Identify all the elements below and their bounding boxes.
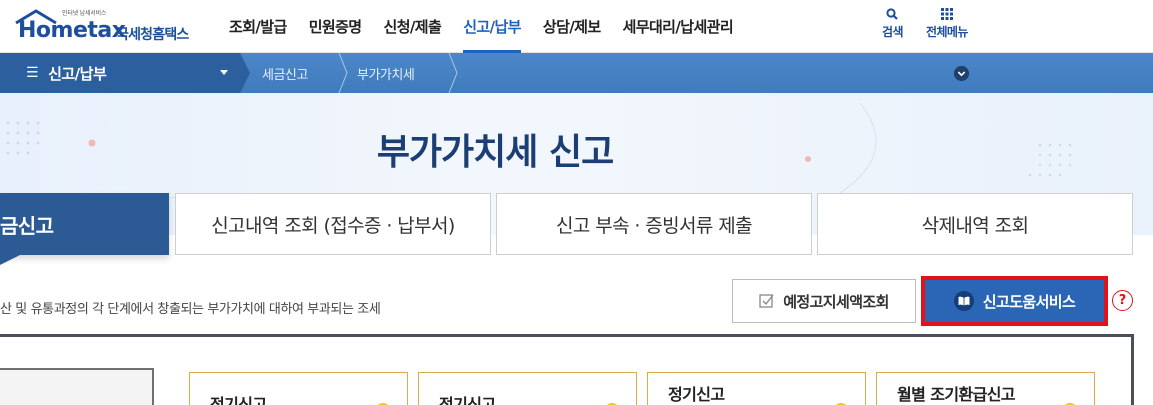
breadcrumb-chevron-icon xyxy=(338,53,348,93)
gnb-item-inquiry[interactable]: 조회/발급 xyxy=(218,0,298,53)
grid-menu-icon xyxy=(940,8,953,20)
tab-filing-history[interactable]: 신고내역 조회 (접수증 · 납부서) xyxy=(175,193,491,255)
tab-deleted-history[interactable]: 삭제내역 조회 xyxy=(817,193,1133,255)
subnav-current-label: 신고/납부 xyxy=(48,64,107,83)
hamburger-icon: ☰ xyxy=(26,65,39,81)
logo-brand-kr: 국세청홈택스 xyxy=(116,27,189,43)
book-icon xyxy=(953,291,974,311)
card-title: 정기신고 xyxy=(668,385,725,404)
active-tab-pointer xyxy=(0,255,20,265)
breadcrumb-item-tax-filing[interactable]: 세금신고 xyxy=(262,53,308,93)
search-button[interactable]: 검색 xyxy=(882,8,903,40)
breadcrumb-chevron-icon xyxy=(448,53,458,93)
hometax-logo[interactable]: 인터넷 납세서비스 Hometax 국세청홈택스 xyxy=(14,6,204,48)
subnav-current-menu[interactable]: ☰ 신고/납부 xyxy=(0,53,240,93)
page-title: 부가가치세 신고 xyxy=(376,132,614,173)
card-monthly-early-refund[interactable]: 월별 조기환급신고 xyxy=(876,372,1095,405)
all-menu-label: 전체메뉴 xyxy=(926,25,968,39)
question-mark-icon[interactable]: ? xyxy=(1112,290,1133,311)
help-button-label: 신고도움서비스 xyxy=(982,292,1076,311)
subnav-divider xyxy=(240,53,250,93)
breadcrumb-item-vat[interactable]: 부가가치세 xyxy=(357,53,415,93)
tab-supporting-documents[interactable]: 신고 부속 · 증빙서류 제출 xyxy=(496,193,812,255)
card-regular-filing[interactable]: 정기신고 xyxy=(647,372,866,405)
gnb-item-certificate[interactable]: 민원증명 xyxy=(298,0,373,53)
checkbox-edit-icon xyxy=(759,294,774,308)
vat-description: 산 및 유통과정의 각 단계에서 창출되는 부가가치에 대하여 부과되는 조세 xyxy=(0,302,381,317)
all-menu-button[interactable]: 전체메뉴 xyxy=(926,8,968,40)
search-icon xyxy=(886,8,899,20)
top-header: 인터넷 납세서비스 Hometax 국세청홈택스 조회/발급 민원증명 신청/제… xyxy=(0,0,1153,53)
gnb-item-consulting[interactable]: 상담/제보 xyxy=(532,0,612,53)
card-regular-filing[interactable]: 정기신고 xyxy=(189,372,408,405)
chevron-down-circle-icon[interactable] xyxy=(954,66,969,81)
left-panel-box xyxy=(0,368,154,405)
sub-nav: ☰ 신고/납부 세금신고 부가가치세 xyxy=(0,53,1153,93)
forecast-tax-inquiry-button[interactable]: 예정고지세액조회 xyxy=(732,279,916,323)
global-nav: 조회/발급 민원증명 신청/제출 신고/납부 상담/제보 세무대리/납세관리 xyxy=(218,0,744,53)
tab-tax-filing[interactable]: 금신고 xyxy=(0,193,169,255)
gnb-item-tax-agent[interactable]: 세무대리/납세관리 xyxy=(612,0,744,53)
caret-down-icon xyxy=(220,70,228,75)
gnb-item-filing-payment[interactable]: 신고/납부 xyxy=(452,0,532,53)
logo-brand: Hometax xyxy=(18,18,126,43)
gnb-item-application[interactable]: 신청/제출 xyxy=(373,0,453,53)
forecast-button-label: 예정고지세액조회 xyxy=(783,292,889,311)
card-title: 정기신고 xyxy=(439,395,496,405)
logo-tagline: 인터넷 납세서비스 xyxy=(62,10,107,17)
card-regular-filing[interactable]: 정기신고 xyxy=(418,372,637,405)
card-title: 월별 조기환급신고 xyxy=(897,385,1016,404)
card-title: 정기신고 xyxy=(210,395,267,405)
search-label: 검색 xyxy=(882,25,903,39)
filing-help-service-button[interactable]: 신고도움서비스 xyxy=(925,280,1104,322)
